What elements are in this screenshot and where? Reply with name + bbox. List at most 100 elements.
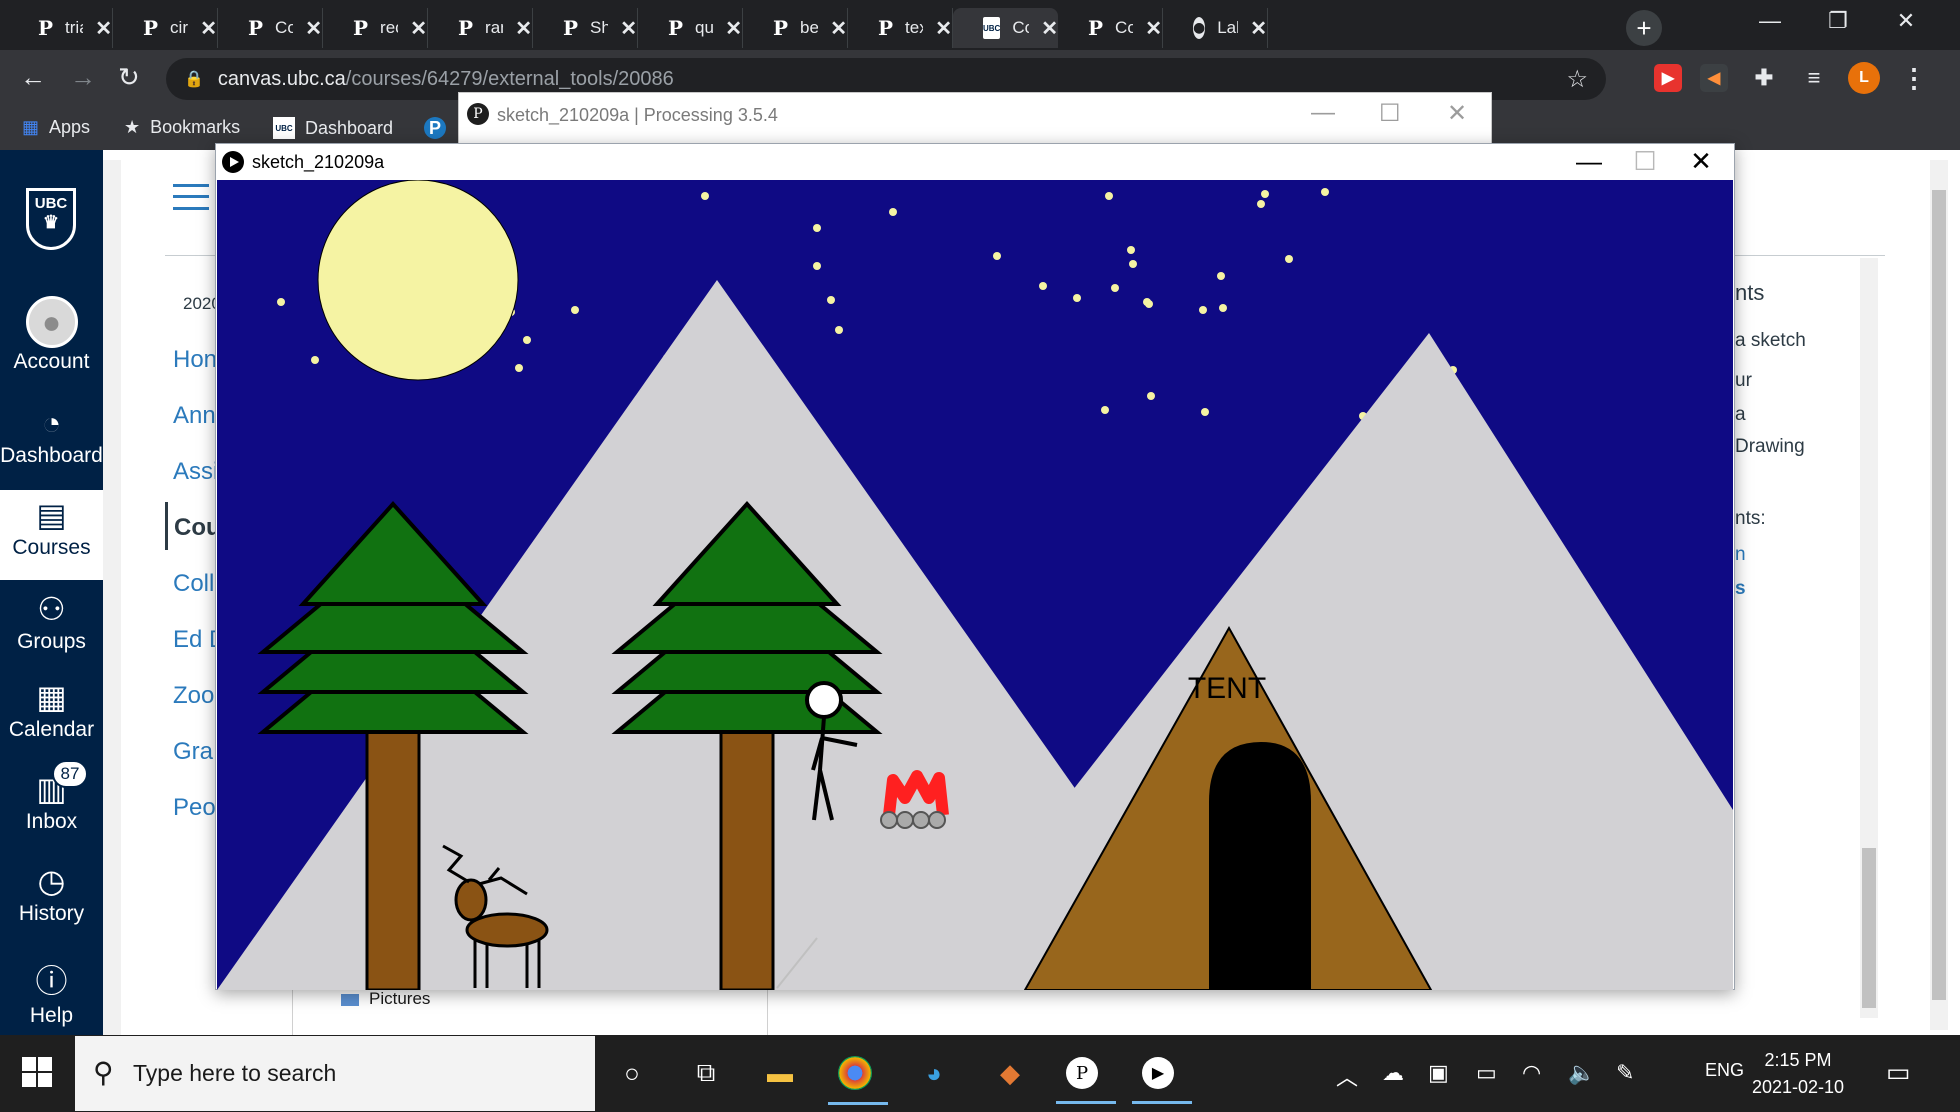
- ide-minimize-button[interactable]: —: [1311, 99, 1335, 127]
- taskbar-search-box[interactable]: ⚲ Type here to search: [75, 1036, 595, 1111]
- start-button[interactable]: [22, 1057, 52, 1087]
- star: [1129, 260, 1137, 268]
- explorer-item-pictures[interactable]: Pictures: [341, 989, 430, 1009]
- pen-workspace-icon[interactable]: ✎: [1616, 1060, 1634, 1086]
- outer-scrollbar-thumb[interactable]: [1932, 190, 1946, 1000]
- chrome-icon[interactable]: [828, 1056, 888, 1105]
- wifi-icon[interactable]: ◠: [1522, 1060, 1541, 1086]
- bookmark-processing[interactable]: P: [424, 117, 456, 139]
- close-tab-icon[interactable]: ✕: [1145, 16, 1162, 41]
- profile-avatar[interactable]: L: [1848, 62, 1880, 94]
- extensions-puzzle-icon[interactable]: ✚: [1750, 64, 1778, 92]
- browser-tab[interactable]: Prandom ✕: [428, 8, 533, 48]
- close-tab-icon[interactable]: ✕: [1041, 16, 1058, 41]
- nav-account[interactable]: ● Account: [0, 296, 103, 374]
- forward-icon[interactable]: →: [70, 62, 96, 93]
- taskbar-clock[interactable]: 2:15 PM 2021-02-10: [1738, 1047, 1858, 1101]
- close-tab-icon[interactable]: ✕: [830, 16, 847, 41]
- sketch-minimize-button[interactable]: —: [1564, 146, 1614, 177]
- close-tab-icon[interactable]: ✕: [620, 16, 637, 41]
- nav-calendar[interactable]: ▦ Calendar: [0, 678, 103, 742]
- ubc-crest-logo[interactable]: UBC ♛: [26, 188, 76, 250]
- course-nav-home[interactable]: Hon: [173, 346, 217, 374]
- close-tab-icon[interactable]: ✕: [1250, 16, 1267, 41]
- browser-tab[interactable]: UBC Course ✕: [953, 8, 1058, 48]
- nav-inbox[interactable]: ▥ 87 Inbox: [0, 760, 103, 834]
- extension-red-icon[interactable]: ▶: [1654, 64, 1682, 92]
- browser-tab-strip: Ptriangle✕Pcircle✕PColor✕Prect()✕Prandom…: [0, 0, 1960, 50]
- close-tab-icon[interactable]: ✕: [515, 16, 532, 41]
- git-icon[interactable]: ◆: [990, 1053, 1030, 1093]
- close-tab-icon[interactable]: ✕: [410, 16, 427, 41]
- onedrive-cloud-icon[interactable]: ☁: [1382, 1060, 1404, 1086]
- extension-speaker-icon[interactable]: ◀: [1700, 64, 1728, 92]
- battery-icon[interactable]: ▭: [1476, 1060, 1497, 1086]
- show-hidden-icons-chevron-icon[interactable]: ︿: [1336, 1060, 1358, 1092]
- processing-favicon-icon: P: [38, 16, 54, 40]
- right-link-fragment[interactable]: n: [1735, 544, 1746, 566]
- right-link-fragment[interactable]: s: [1735, 578, 1746, 600]
- browser-tab[interactable]: P Color ✕: [1058, 8, 1163, 48]
- course-nav-people[interactable]: Peo: [173, 794, 216, 822]
- media-control-icon[interactable]: ≡: [1800, 64, 1828, 92]
- ide-close-button[interactable]: ✕: [1447, 99, 1467, 128]
- tray-app-icon[interactable]: ▣: [1428, 1060, 1449, 1086]
- browser-tab[interactable]: Ptriangle ✕: [8, 8, 113, 48]
- browser-tab[interactable]: Pbezier ✕: [743, 8, 848, 48]
- browser-tab[interactable]: P Shape ✕: [533, 8, 638, 48]
- edge-icon[interactable]: ◕: [914, 1053, 954, 1093]
- close-tab-icon[interactable]: ✕: [200, 16, 217, 41]
- nav-history[interactable]: ◷ History: [0, 862, 103, 926]
- close-tab-icon[interactable]: ✕: [305, 16, 322, 41]
- volume-icon[interactable]: 🔈: [1568, 1060, 1595, 1086]
- sketch-canvas[interactable]: TENT: [217, 180, 1733, 990]
- course-nav-course-tool[interactable]: Cou: [165, 502, 221, 550]
- inner-scrollbar-thumb[interactable]: [1862, 848, 1876, 1008]
- close-tab-icon[interactable]: ✕: [95, 16, 112, 41]
- notifications-icon[interactable]: ▭: [1886, 1057, 1911, 1088]
- course-nav-grades[interactable]: Gra: [173, 738, 213, 766]
- new-tab-button[interactable]: +: [1626, 10, 1662, 46]
- restore-browser-button[interactable]: ❐: [1808, 8, 1868, 34]
- bookmark-apps[interactable]: ▦ Apps: [22, 117, 90, 138]
- task-view-icon[interactable]: ⧉: [686, 1053, 726, 1093]
- sketch-maximize-button[interactable]: ☐: [1620, 146, 1670, 177]
- course-nav-zoom[interactable]: Zoo: [173, 682, 214, 710]
- sketch-titlebar[interactable]: sketch_210209a — ☐ ✕: [216, 144, 1734, 180]
- processing-ide-icon[interactable]: P: [1056, 1057, 1116, 1104]
- reload-icon[interactable]: ↻: [118, 62, 140, 93]
- inner-scrollbar[interactable]: [1860, 258, 1878, 1018]
- minimize-browser-button[interactable]: —: [1740, 8, 1800, 34]
- sketch-close-button[interactable]: ✕: [1676, 146, 1726, 177]
- close-tab-icon[interactable]: ✕: [725, 16, 742, 41]
- bookmark-star-icon[interactable]: ☆: [1566, 65, 1588, 94]
- bookmark-dashboard[interactable]: UBC Dashboard: [273, 117, 393, 139]
- processing-sketch-icon[interactable]: ▶: [1132, 1057, 1192, 1104]
- browser-tab[interactable]: Pcircle ✕: [113, 8, 218, 48]
- course-nav-assignments[interactable]: Assi: [173, 458, 218, 486]
- page-scrollbar[interactable]: [103, 160, 121, 1035]
- nav-groups[interactable]: ⚇ Groups: [0, 590, 103, 654]
- course-nav-collaborations[interactable]: Coll: [173, 570, 214, 598]
- browser-tab[interactable]: Pquad ✕: [638, 8, 743, 48]
- nav-courses[interactable]: ▤ Courses: [0, 490, 103, 580]
- ide-maximize-button[interactable]: ☐: [1379, 99, 1401, 128]
- cortana-icon[interactable]: ○: [612, 1053, 652, 1093]
- nav-dashboard[interactable]: ◔ Dashboard: [0, 405, 103, 468]
- nav-help[interactable]: ⓘ Help: [0, 956, 103, 1028]
- course-nav-announcements[interactable]: Ann: [173, 402, 216, 430]
- close-tab-icon[interactable]: ✕: [935, 16, 952, 41]
- star: [1217, 272, 1225, 280]
- star: [571, 306, 579, 314]
- browser-tab[interactable]: Ptext() ✕: [848, 8, 953, 48]
- browser-tab[interactable]: P Color ✕: [218, 8, 323, 48]
- bookmark-bookmarks[interactable]: ★ Bookmarks: [124, 117, 240, 138]
- outer-scrollbar[interactable]: [1930, 160, 1948, 1030]
- browser-tab[interactable]: ● Lab3 ✕: [1163, 8, 1268, 48]
- course-menu-toggle[interactable]: [173, 184, 209, 210]
- back-icon[interactable]: ←: [20, 62, 46, 93]
- browser-menu-icon[interactable]: ⋮: [1900, 63, 1928, 93]
- browser-tab[interactable]: Prect() ✕: [323, 8, 428, 48]
- file-explorer-icon[interactable]: ▬: [760, 1053, 800, 1093]
- close-browser-button[interactable]: ✕: [1876, 8, 1936, 34]
